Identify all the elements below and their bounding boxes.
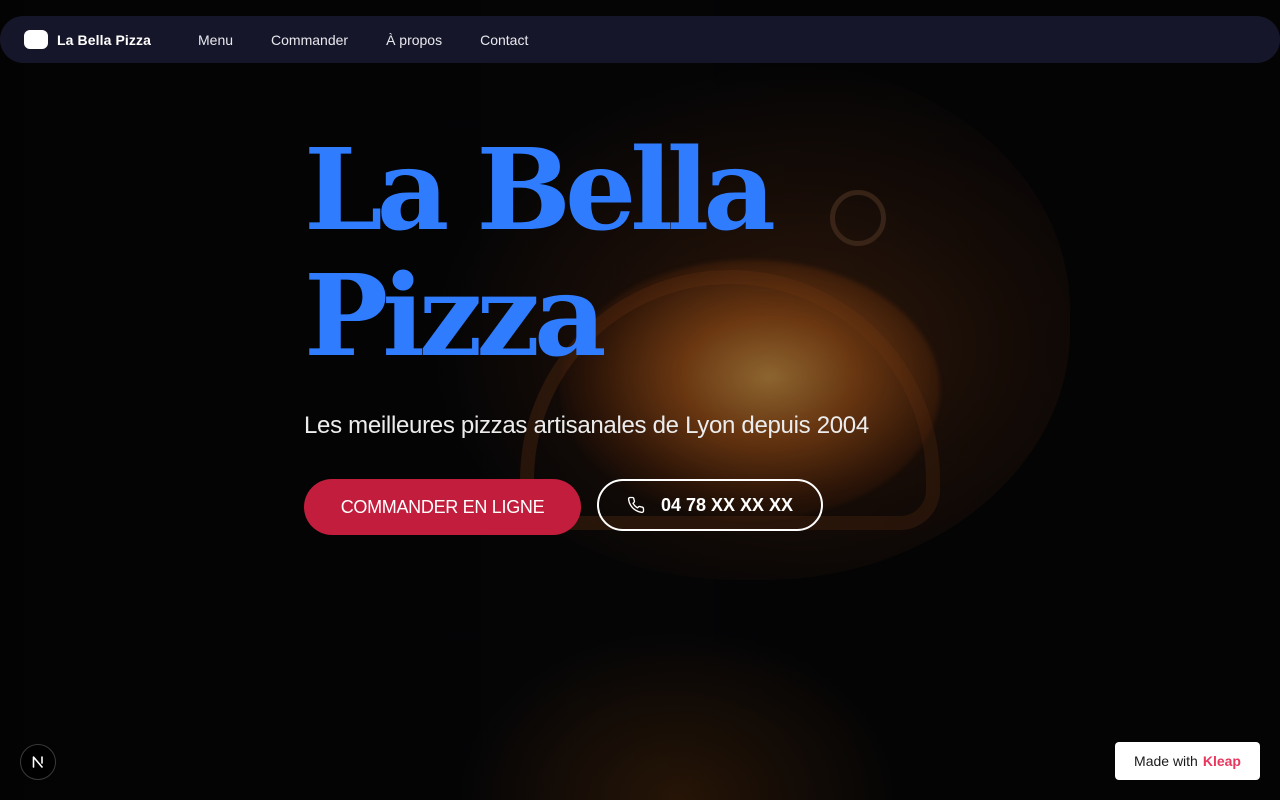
nav-link-commander[interactable]: Commander xyxy=(271,32,348,48)
brand-logo-icon xyxy=(24,30,48,49)
order-online-button[interactable]: COMMANDER EN LIGNE xyxy=(304,479,581,535)
hero-subtitle: Les meilleures pizzas artisanales de Lyo… xyxy=(304,412,869,439)
brand-name: La Bella Pizza xyxy=(57,31,151,48)
brand-link[interactable]: La Bella Pizza xyxy=(24,30,151,49)
hero-title-line1: La Bella xyxy=(304,125,776,256)
nextjs-badge[interactable] xyxy=(20,744,56,780)
nav-link-a-propos[interactable]: À propos xyxy=(386,32,442,48)
nav-links: Menu Commander À propos Contact xyxy=(198,32,566,48)
hero-title: La Bella Pizza xyxy=(304,128,1004,380)
made-with-label: Made with xyxy=(1134,753,1198,769)
navbar: La Bella Pizza Menu Commander À propos C… xyxy=(0,16,1280,63)
phone-button[interactable]: 04 78 XX XX XX xyxy=(597,479,823,531)
nav-link-menu[interactable]: Menu xyxy=(198,32,233,48)
hero-background-image xyxy=(0,0,1280,800)
nav-link-contact[interactable]: Contact xyxy=(480,32,528,48)
kleap-brand: Kleap xyxy=(1202,753,1241,769)
phone-icon xyxy=(627,496,645,514)
nextjs-icon xyxy=(32,756,43,768)
made-with-kleap-badge[interactable]: Made with Kleap xyxy=(1115,742,1260,780)
page: La Bella Pizza Menu Commander À propos C… xyxy=(0,0,1280,800)
phone-number: 04 78 XX XX XX xyxy=(660,494,794,515)
hero-title-line2: Pizza xyxy=(304,251,607,382)
